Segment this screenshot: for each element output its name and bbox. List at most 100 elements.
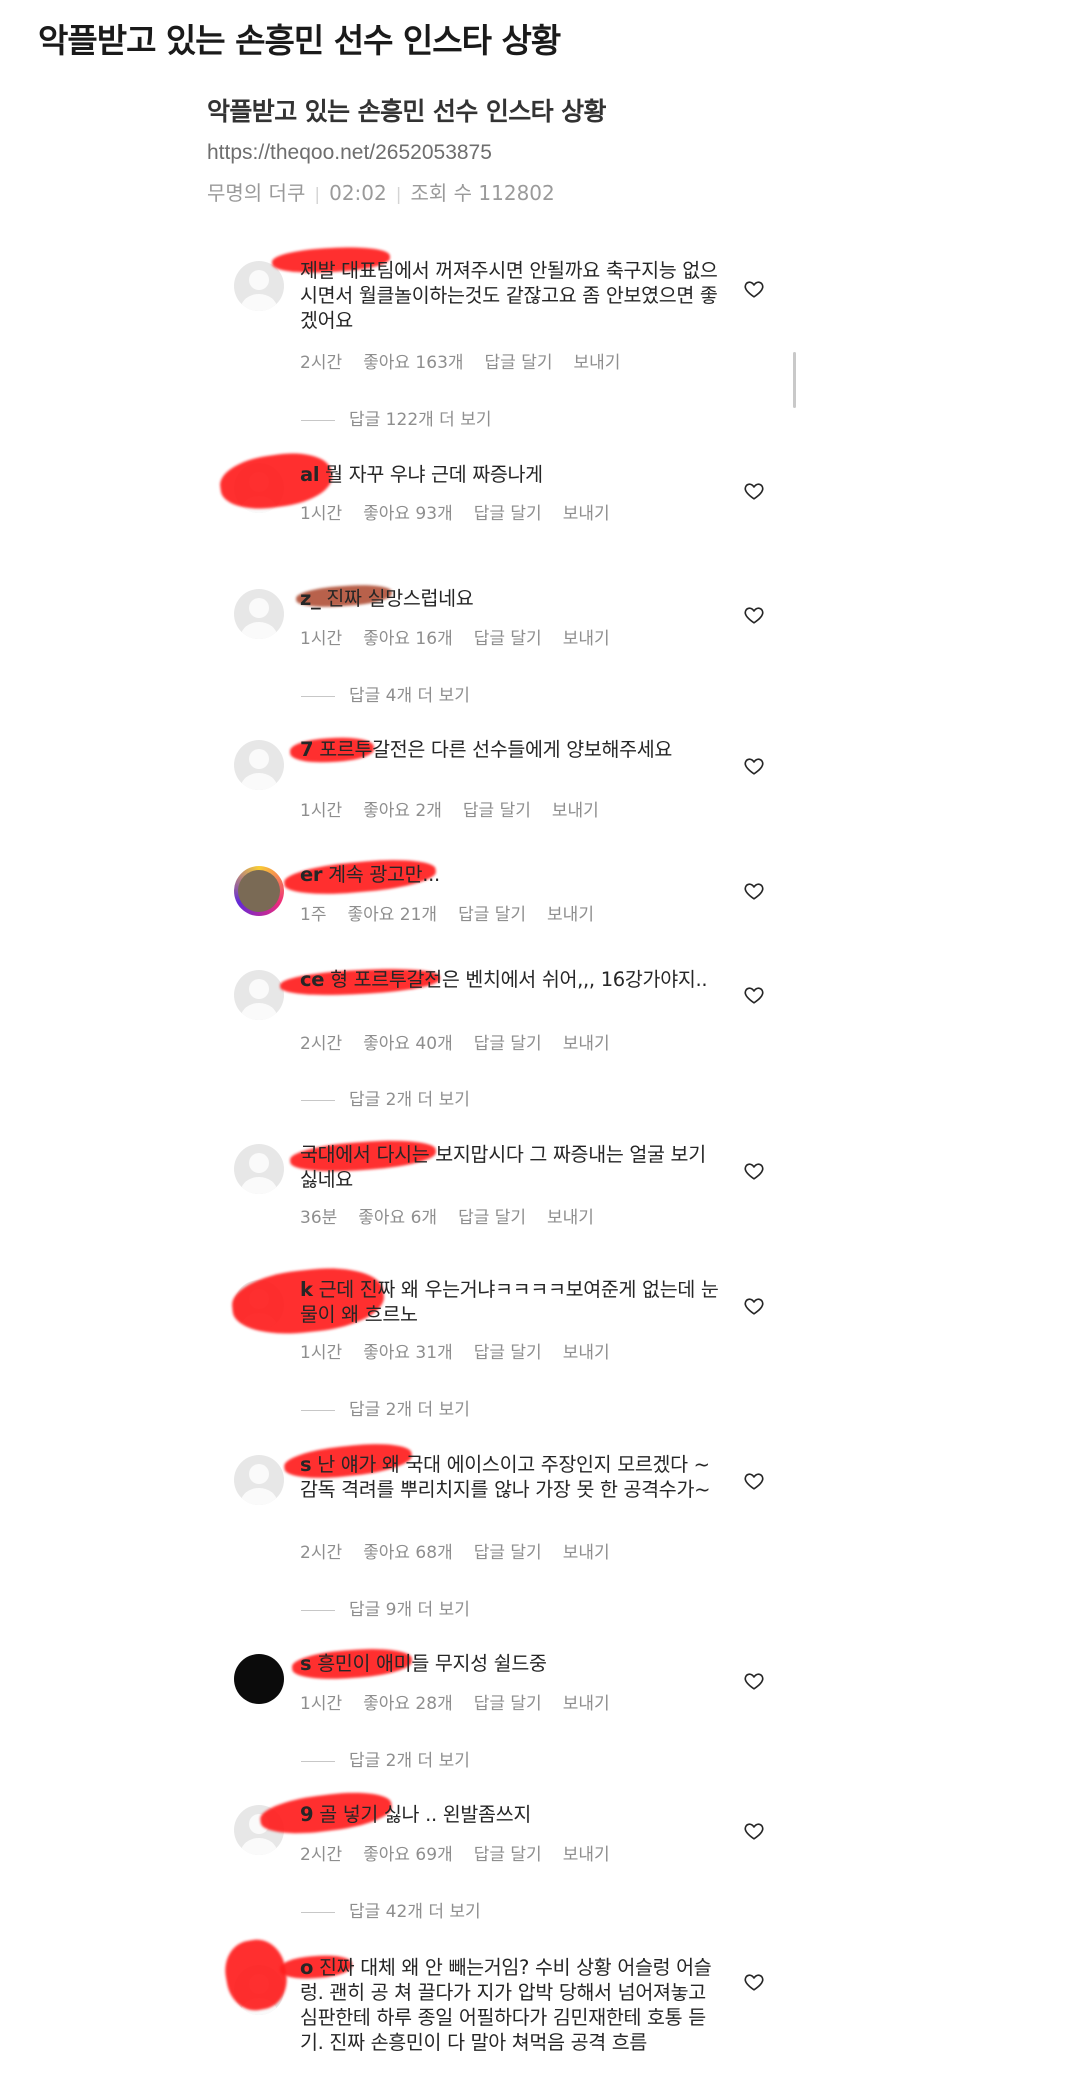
send-button[interactable]: 보내기 bbox=[547, 905, 594, 925]
reply-button[interactable]: 답글 달기 bbox=[474, 1343, 542, 1363]
heart-icon[interactable] bbox=[743, 1820, 765, 1842]
comment-username[interactable]: 9 bbox=[300, 1803, 314, 1826]
comment-username[interactable]: er bbox=[300, 863, 323, 886]
avatar[interactable] bbox=[234, 589, 284, 639]
comment-time: 2시간 bbox=[300, 353, 343, 373]
reply-button[interactable]: 답글 달기 bbox=[474, 629, 542, 649]
reply-button[interactable]: 답글 달기 bbox=[485, 353, 553, 373]
view-replies-label[interactable]: 답글 9개 더 보기 bbox=[349, 1600, 470, 1620]
reply-button[interactable]: 답글 달기 bbox=[463, 801, 531, 821]
avatar[interactable] bbox=[234, 1654, 284, 1704]
reply-button[interactable]: 답글 달기 bbox=[474, 1543, 542, 1563]
comment-text: 진짜 실망스럽네요 bbox=[326, 587, 474, 610]
view-replies-label[interactable]: 답글 4개 더 보기 bbox=[349, 686, 470, 706]
reply-button[interactable]: 답글 달기 bbox=[474, 1845, 542, 1865]
view-replies-label[interactable]: 답글 122개 더 보기 bbox=[349, 410, 492, 430]
send-button[interactable]: 보내기 bbox=[563, 629, 610, 649]
comment-body: 7 포르투갈전은 다른 선수들에게 양보해주세요 bbox=[300, 737, 720, 762]
heart-icon[interactable] bbox=[743, 1971, 765, 1993]
comment-meta: 2시간 좋아요 68개 답글 달기 보내기 bbox=[300, 1538, 631, 1563]
comment-meta: 1시간 좋아요 16개 답글 달기 보내기 bbox=[300, 624, 631, 649]
avatar[interactable] bbox=[234, 866, 284, 916]
comment-body: 국대에서 다시는 보지맙시다 그 짜증내는 얼굴 보기 싫네요 bbox=[300, 1142, 720, 1192]
comment-username[interactable]: s bbox=[300, 1652, 312, 1675]
heart-icon[interactable] bbox=[743, 604, 765, 626]
view-replies-button[interactable]: 답글 4개 더 보기 bbox=[301, 681, 470, 706]
view-replies-button[interactable]: 답글 42개 더 보기 bbox=[301, 1897, 481, 1922]
avatar[interactable] bbox=[234, 740, 284, 790]
view-replies-label[interactable]: 답글 2개 더 보기 bbox=[349, 1400, 470, 1420]
comment-username[interactable]: s bbox=[300, 1453, 312, 1476]
reply-button[interactable]: 답글 달기 bbox=[474, 1034, 542, 1054]
heart-icon[interactable] bbox=[743, 1670, 765, 1692]
send-button[interactable]: 보내기 bbox=[563, 1845, 610, 1865]
heart-icon[interactable] bbox=[743, 480, 765, 502]
likes-count[interactable]: 좋아요 69개 bbox=[363, 1845, 453, 1865]
send-button[interactable]: 보내기 bbox=[563, 1543, 610, 1563]
heart-icon[interactable] bbox=[743, 755, 765, 777]
view-replies-button[interactable]: 답글 9개 더 보기 bbox=[301, 1595, 470, 1620]
comment-text: 뭘 자꾸 우냐 근데 짜증나게 bbox=[325, 463, 543, 486]
view-replies-label[interactable]: 답글 42개 더 보기 bbox=[349, 1902, 481, 1922]
reply-button[interactable]: 답글 달기 bbox=[474, 1694, 542, 1714]
comment-time: 1시간 bbox=[300, 1343, 343, 1363]
send-button[interactable]: 보내기 bbox=[547, 1208, 594, 1228]
heart-icon[interactable] bbox=[743, 880, 765, 902]
comment-text: 계속 광고만... bbox=[328, 863, 440, 886]
comment-time: 1시간 bbox=[300, 629, 343, 649]
likes-count[interactable]: 좋아요 16개 bbox=[363, 629, 453, 649]
comment-time: 1주 bbox=[300, 905, 327, 925]
comment-text: 국대에서 다시는 보지맙시다 그 짜증내는 얼굴 보기 싫네요 bbox=[300, 1143, 706, 1191]
view-replies-label[interactable]: 답글 2개 더 보기 bbox=[349, 1090, 470, 1110]
comment-meta: 36분 좋아요 6개 답글 달기 보내기 bbox=[300, 1203, 615, 1228]
comment-text: 형 포르투갈전은 벤치에서 쉬어,,, 16강가야지.. bbox=[330, 968, 708, 991]
divider bbox=[301, 695, 335, 697]
comment-username[interactable]: o bbox=[300, 1956, 313, 1979]
send-button[interactable]: 보내기 bbox=[563, 1034, 610, 1054]
send-button[interactable]: 보내기 bbox=[574, 353, 621, 373]
comment-username[interactable]: 7 bbox=[300, 738, 314, 761]
comment-username[interactable]: al bbox=[300, 463, 320, 486]
heart-icon[interactable] bbox=[743, 1295, 765, 1317]
likes-count[interactable]: 좋아요 31개 bbox=[363, 1343, 453, 1363]
likes-count[interactable]: 좋아요 2개 bbox=[363, 801, 442, 821]
comment-username[interactable]: ce bbox=[300, 968, 324, 991]
comment-meta: 1시간 좋아요 28개 답글 달기 보내기 bbox=[300, 1689, 631, 1714]
redaction-mark bbox=[220, 1935, 292, 2015]
heart-icon[interactable] bbox=[743, 1160, 765, 1182]
likes-count[interactable]: 좋아요 68개 bbox=[363, 1543, 453, 1563]
heart-icon[interactable] bbox=[743, 278, 765, 300]
avatar[interactable] bbox=[234, 1455, 284, 1505]
likes-count[interactable]: 좋아요 28개 bbox=[363, 1694, 453, 1714]
heart-icon[interactable] bbox=[743, 1470, 765, 1492]
comment-username[interactable]: z_ bbox=[300, 587, 321, 610]
likes-count[interactable]: 좋아요 21개 bbox=[347, 905, 437, 925]
comment-username[interactable]: k bbox=[300, 1278, 313, 1301]
comment-meta: 2시간 좋아요 163개 답글 달기 보내기 bbox=[300, 348, 641, 373]
reply-button[interactable]: 답글 달기 bbox=[458, 1208, 526, 1228]
likes-count[interactable]: 좋아요 40개 bbox=[363, 1034, 453, 1054]
likes-count[interactable]: 좋아요 163개 bbox=[363, 353, 463, 373]
reply-button[interactable]: 답글 달기 bbox=[458, 905, 526, 925]
view-replies-button[interactable]: 답글 122개 더 보기 bbox=[301, 405, 492, 430]
send-button[interactable]: 보내기 bbox=[563, 1343, 610, 1363]
reply-button[interactable]: 답글 달기 bbox=[474, 504, 542, 524]
comment-body: ce 형 포르투갈전은 벤치에서 쉬어,,, 16강가야지.. bbox=[300, 967, 720, 992]
comment-list: 제발 대표팀에서 꺼져주시면 안될까요 축구지능 없으시면서 월클놀이하는것도 … bbox=[0, 0, 1077, 2091]
likes-count[interactable]: 좋아요 93개 bbox=[363, 504, 453, 524]
view-replies-button[interactable]: 답글 2개 더 보기 bbox=[301, 1746, 470, 1771]
comment-text: 포르투갈전은 다른 선수들에게 양보해주세요 bbox=[319, 738, 673, 761]
view-replies-label[interactable]: 답글 2개 더 보기 bbox=[349, 1751, 470, 1771]
send-button[interactable]: 보내기 bbox=[552, 801, 599, 821]
comment-time: 1시간 bbox=[300, 504, 343, 524]
send-button[interactable]: 보내기 bbox=[563, 1694, 610, 1714]
avatar[interactable] bbox=[234, 970, 284, 1020]
divider bbox=[301, 419, 335, 421]
likes-count[interactable]: 좋아요 6개 bbox=[358, 1208, 437, 1228]
avatar[interactable] bbox=[234, 1144, 284, 1194]
view-replies-button[interactable]: 답글 2개 더 보기 bbox=[301, 1395, 470, 1420]
comment-body: k 근데 진짜 왜 우는거냐ㅋㅋㅋㅋ보여준게 없는데 눈물이 왜 흐르노 bbox=[300, 1277, 720, 1327]
send-button[interactable]: 보내기 bbox=[563, 504, 610, 524]
heart-icon[interactable] bbox=[743, 984, 765, 1006]
view-replies-button[interactable]: 답글 2개 더 보기 bbox=[301, 1085, 470, 1110]
